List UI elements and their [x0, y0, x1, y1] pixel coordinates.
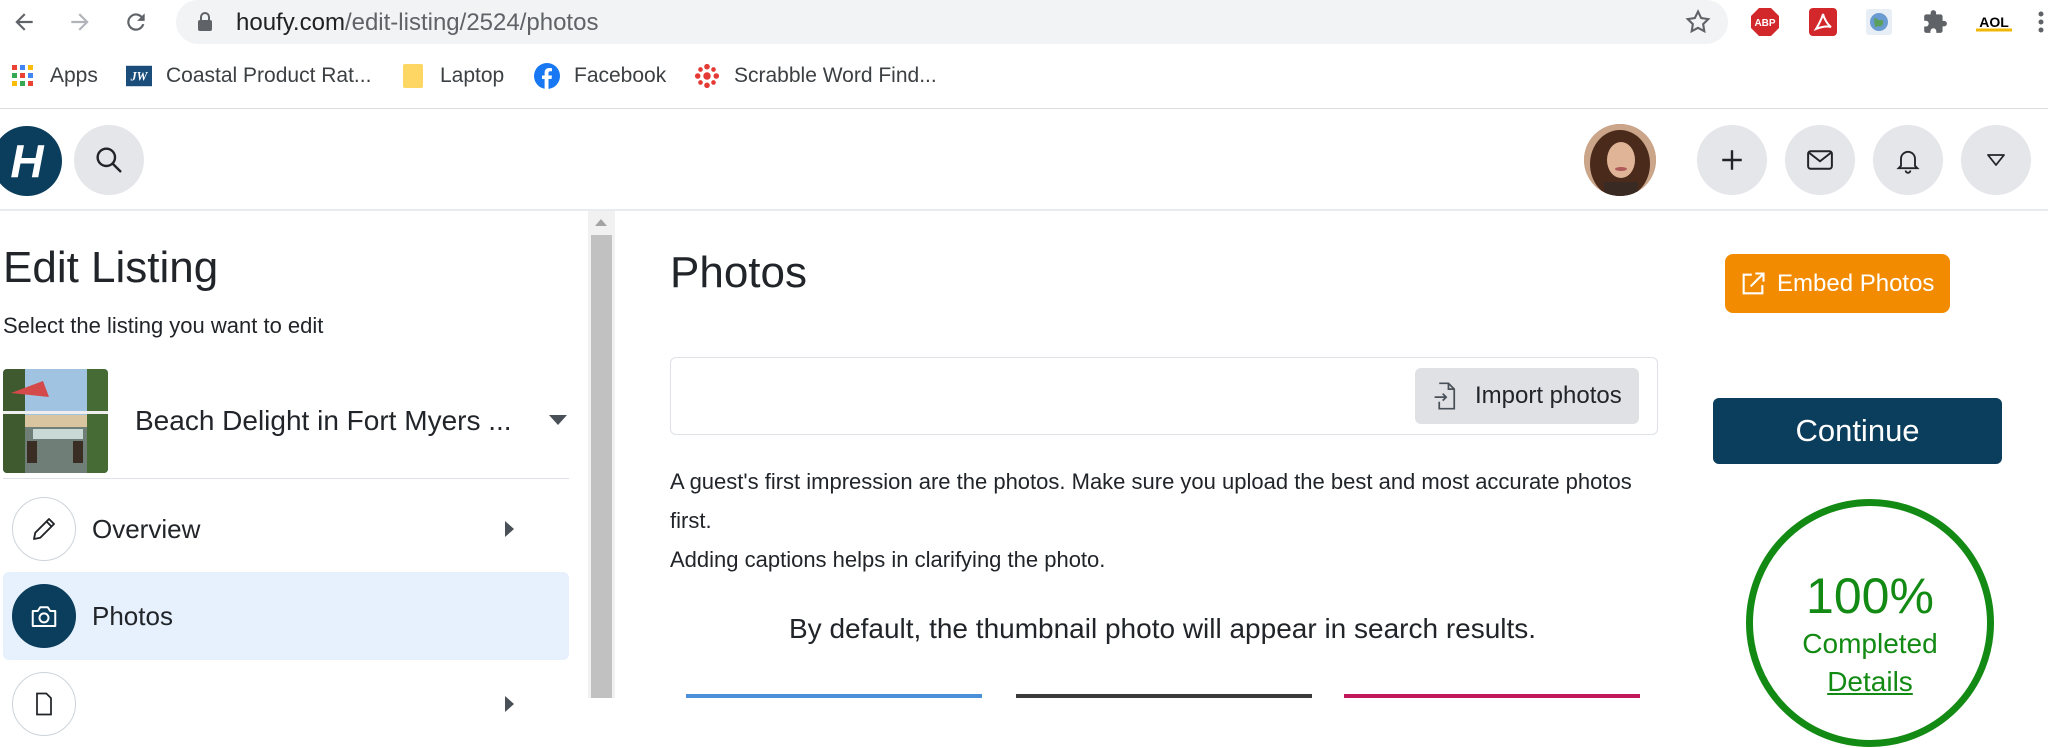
chevron-right-icon — [505, 696, 514, 712]
facebook-icon — [534, 63, 560, 89]
back-button[interactable] — [6, 4, 42, 40]
bookmark-facebook[interactable]: Facebook — [534, 60, 666, 92]
aol-icon[interactable]: AOL — [1974, 7, 2014, 37]
avatar[interactable] — [1584, 124, 1656, 196]
svg-text:ABP: ABP — [1754, 18, 1775, 29]
bookmark-star-icon[interactable] — [1684, 8, 1712, 36]
photo-thumbnail[interactable] — [1016, 694, 1312, 698]
chevron-right-icon — [505, 521, 514, 537]
search-button[interactable] — [74, 125, 144, 195]
details-link[interactable]: Details — [1753, 666, 1987, 698]
svg-text:JW: JW — [130, 70, 149, 84]
reload-icon — [127, 13, 145, 31]
progress-label: Completed — [1802, 628, 1938, 659]
caret-down-icon — [549, 415, 567, 425]
photos-description: A guest's first impression are the photo… — [670, 462, 1670, 579]
bookmark-label: Facebook — [574, 64, 667, 87]
bookmark-label: Scrabble Word Find... — [734, 64, 937, 87]
description-line-1: A guest's first impression are the photo… — [670, 469, 1632, 533]
sidebar: Edit Listing Select the listing you want… — [0, 211, 588, 736]
bookmark-label: Apps — [50, 64, 98, 87]
embed-photos-label: Embed Photos — [1777, 269, 1935, 297]
sidebar-item-photos[interactable]: Photos — [3, 572, 569, 660]
bell-icon — [1896, 150, 1920, 174]
description-line-2: Adding captions helps in clarifying the … — [670, 547, 1106, 572]
bookmark-scrabble[interactable]: Scrabble Word Find... — [694, 60, 937, 92]
scroll-up-arrow[interactable] — [595, 219, 607, 226]
globe-extension-icon[interactable] — [1864, 7, 1894, 37]
url-host: houfy.com — [236, 9, 345, 36]
completion-progress: 100% Completed Details — [1746, 499, 1994, 747]
sidebar-item-next[interactable] — [3, 660, 569, 748]
sidebar-item-label: Overview — [92, 514, 201, 544]
external-link-icon — [1742, 271, 1765, 294]
thumbnail-note: By default, the thumbnail photo will app… — [789, 613, 1537, 644]
houfy-logo[interactable]: H — [0, 126, 62, 196]
camera-icon — [12, 584, 76, 648]
lock-icon — [198, 12, 212, 31]
site-header: H — [0, 109, 2048, 211]
forward-button[interactable] — [62, 4, 98, 40]
add-button[interactable] — [1697, 125, 1767, 195]
continue-button[interactable]: Continue — [1713, 398, 2002, 464]
messages-button[interactable] — [1785, 125, 1855, 195]
listing-name: Beach Delight in Fort Myers ... — [135, 405, 512, 436]
sidebar-scrollbar[interactable] — [588, 211, 615, 698]
search-icon — [96, 147, 122, 173]
reload-button[interactable] — [118, 4, 154, 40]
arrow-right-icon — [71, 13, 89, 31]
page-title: Photos — [670, 248, 807, 297]
sidebar-item-label: Photos — [92, 601, 173, 631]
listing-selector[interactable]: Beach Delight in Fort Myers ... — [3, 369, 569, 479]
sidebar-item-overview[interactable]: Overview — [3, 485, 569, 573]
apps-grid-icon — [10, 63, 36, 89]
browser-menu-icon[interactable] — [2034, 7, 2048, 37]
document-icon — [12, 672, 76, 736]
scrabble-icon — [694, 63, 720, 89]
plus-icon — [1722, 150, 1742, 170]
sidebar-subtitle: Select the listing you want to edit — [3, 313, 324, 338]
url-text: houfy.com/edit-listing/2524/photos — [236, 9, 598, 37]
adobe-acrobat-icon[interactable] — [1808, 7, 1838, 37]
browser-toolbar: houfy.com/edit-listing/2524/photos ABP A… — [0, 0, 2048, 44]
folder-icon — [400, 63, 426, 89]
pencil-icon — [12, 497, 76, 561]
bookmark-laptop[interactable]: Laptop — [400, 60, 504, 92]
notifications-button[interactable] — [1873, 125, 1943, 195]
listing-thumbnail — [3, 369, 108, 473]
sidebar-title: Edit Listing — [3, 243, 219, 292]
bookmarks-bar: Apps JW Coastal Product Rat... Laptop Fa… — [0, 56, 2048, 98]
bookmark-label: Coastal Product Rat... — [166, 64, 372, 87]
arrow-left-icon — [15, 13, 33, 31]
bookmark-apps[interactable]: Apps — [10, 60, 98, 92]
embed-photos-button[interactable]: Embed Photos — [1725, 254, 1950, 313]
logo-letter: H — [10, 135, 44, 187]
progress-percent: 100% — [1806, 568, 1934, 624]
scroll-thumb[interactable] — [591, 235, 612, 698]
photo-thumbnail[interactable] — [686, 694, 982, 698]
url-path: /edit-listing/2524/photos — [344, 9, 599, 36]
caret-down-icon — [1987, 154, 2005, 166]
svg-text:AOL: AOL — [1979, 14, 2009, 30]
address-bar[interactable]: houfy.com/edit-listing/2524/photos — [176, 0, 1728, 44]
file-import-icon — [1434, 382, 1456, 410]
upload-area[interactable]: Import photos — [670, 357, 1658, 435]
import-photos-button[interactable]: Import photos — [1415, 368, 1639, 424]
extensions-puzzle-icon[interactable] — [1920, 7, 1950, 37]
envelope-icon — [1807, 150, 1833, 170]
jw-site-icon: JW — [126, 63, 152, 89]
adblock-plus-icon[interactable]: ABP — [1750, 7, 1780, 37]
import-photos-label: Import photos — [1475, 382, 1622, 409]
account-menu-button[interactable] — [1961, 125, 2031, 195]
bookmark-label: Laptop — [440, 64, 505, 87]
bookmark-coastal[interactable]: JW Coastal Product Rat... — [126, 60, 371, 92]
photo-thumbnail[interactable] — [1344, 694, 1640, 698]
